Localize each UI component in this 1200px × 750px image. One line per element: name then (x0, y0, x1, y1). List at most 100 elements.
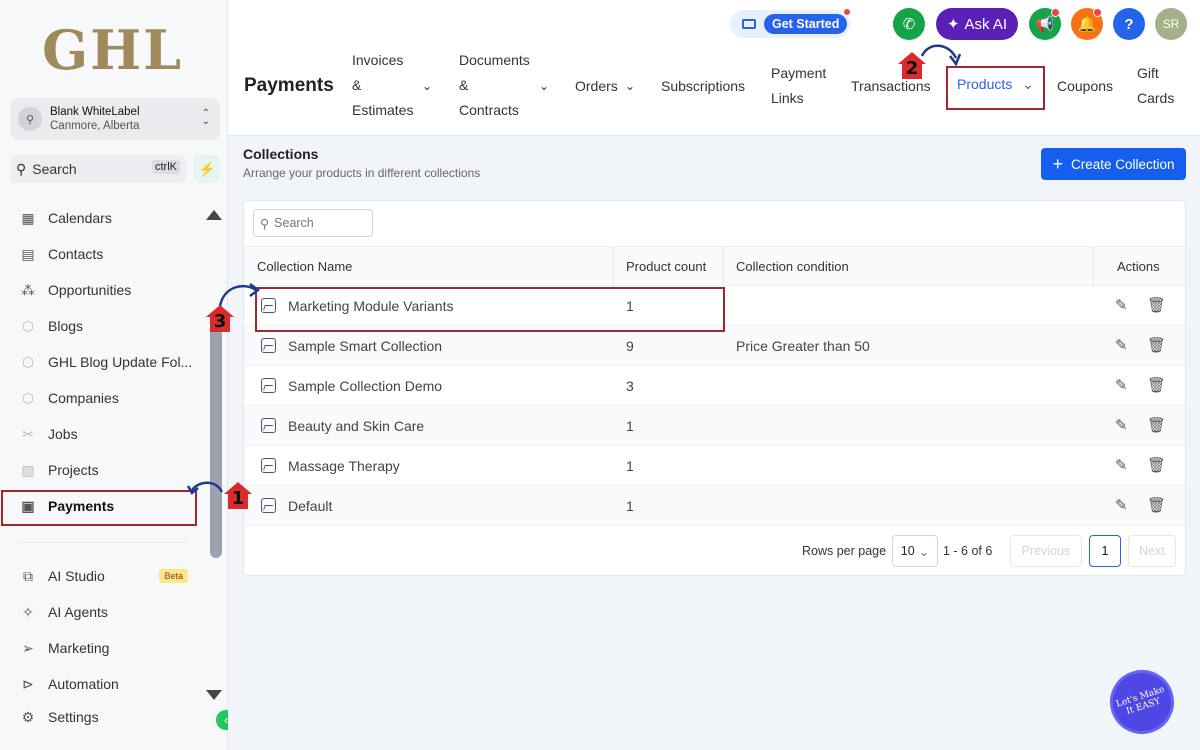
products-highlight-box (946, 66, 1045, 110)
curved-arrow-icon (186, 481, 224, 495)
trash-icon[interactable]: 🗑 (1147, 456, 1166, 474)
quick-action-bolt-icon[interactable]: ⚡ (194, 155, 220, 183)
chevron-updown-icon: ⌃ ⌄ (201, 108, 210, 127)
column-header[interactable]: Collection Name (257, 259, 352, 274)
column-header[interactable]: Product count (626, 259, 706, 274)
create-collection-button[interactable]: + Create Collection (1041, 148, 1186, 180)
account-name: Blank WhiteLabel (50, 106, 140, 118)
trash-icon[interactable]: 🗑 (1147, 496, 1166, 514)
account-location: Canmore, Alberta (50, 120, 140, 132)
tab-coupons[interactable]: Coupons (1057, 74, 1113, 99)
table-row[interactable]: Sample Smart Collection 9 Price Greater … (244, 326, 1185, 366)
trash-icon[interactable]: 🗑 (1147, 416, 1166, 434)
sidebar-item-label: Jobs (48, 426, 78, 442)
sidebar-item-automation[interactable]: ⊳ Automation (10, 669, 200, 699)
table-row[interactable]: Sample Collection Demo 3 ✎ 🗑 (244, 366, 1185, 406)
next-page-button[interactable]: Next (1128, 535, 1176, 567)
collection-condition: Price Greater than 50 (736, 338, 870, 354)
page-title: Payments (244, 75, 334, 96)
tab-gift-cards[interactable]: Gift Cards (1137, 61, 1174, 111)
step-number: 3 (213, 311, 227, 332)
collection-name[interactable]: Sample Smart Collection (288, 338, 442, 354)
table-row[interactable]: Beauty and Skin Care 1 ✎ 🗑 (244, 406, 1185, 446)
scroll-down-arrow-icon[interactable] (206, 690, 222, 700)
sidebar-item-label: Marketing (48, 640, 110, 656)
edit-icon[interactable]: ✎ (1115, 296, 1128, 314)
sidebar-item-settings[interactable]: ⚙ Settings (10, 702, 200, 732)
trash-icon[interactable]: 🗑 (1147, 376, 1166, 394)
table-row[interactable]: Default 1 ✎ 🗑 (244, 486, 1185, 526)
edit-icon[interactable]: ✎ (1115, 336, 1128, 354)
user-avatar[interactable]: SR (1155, 8, 1187, 40)
product-count: 1 (626, 458, 634, 474)
sidebar-scrollbar[interactable] (210, 328, 222, 558)
account-switcher[interactable]: ⚲ Blank WhiteLabel Canmore, Alberta ⌃ ⌄ (10, 98, 220, 140)
collection-name[interactable]: Beauty and Skin Care (288, 418, 424, 434)
phone-icon[interactable]: ✆ (893, 8, 925, 40)
get-started-button[interactable]: Get Started (730, 8, 851, 38)
column-header[interactable]: Collection condition (736, 259, 849, 274)
edit-icon[interactable]: ✎ (1115, 496, 1128, 514)
table-row[interactable]: Massage Therapy 1 ✎ 🗑 (244, 446, 1185, 486)
ai-studio-icon: ⧉ (23, 567, 33, 584)
tab-label: Contracts (459, 102, 519, 118)
sidebar-item-label: AI Agents (48, 604, 108, 620)
sidebar: GHL ⚲ Blank WhiteLabel Canmore, Alberta … (0, 0, 236, 750)
notification-dot (843, 8, 851, 16)
trash-icon[interactable]: 🗑 (1147, 296, 1166, 314)
ask-ai-button[interactable]: ✦ Ask AI (936, 8, 1018, 40)
tab-label: Transactions (851, 78, 931, 94)
sidebar-item-calendars[interactable]: ▦ Calendars (10, 203, 200, 233)
previous-page-button[interactable]: Previous (1010, 535, 1082, 567)
sidebar-search[interactable]: ⚲ Search ctrlK (10, 155, 186, 183)
sidebar-item-marketing[interactable]: ➢ Marketing (10, 633, 200, 663)
step-number: 1 (231, 488, 245, 509)
sidebar-item-label: Blogs (48, 318, 84, 334)
curved-arrow-icon (920, 44, 962, 67)
sidebar-item-companies[interactable]: ⬡ Companies (10, 383, 200, 413)
plus-icon: + (1052, 153, 1063, 174)
notification-dot (1051, 8, 1060, 17)
sidebar-item-label: Automation (48, 676, 119, 692)
chevron-down-icon: ⌄ (422, 79, 433, 93)
sidebar-item-ghl-blog-update[interactable]: ⬡ GHL Blog Update Fol... (10, 347, 200, 377)
collection-name[interactable]: Default (288, 498, 332, 514)
sidebar-item-jobs[interactable]: ✂ Jobs (10, 419, 200, 449)
sidebar-divider (18, 542, 188, 543)
sparkle-icon: ✦ (946, 16, 960, 33)
product-count: 1 (626, 498, 634, 514)
contacts-icon: ▤ (21, 245, 35, 262)
current-page-button[interactable]: 1 (1089, 535, 1121, 567)
tab-label: & (352, 77, 362, 93)
tab-invoices-estimates[interactable]: Invoices & Estimates ⌄ (352, 48, 432, 123)
sidebar-item-label: Companies (48, 390, 119, 406)
sidebar-item-ai-agents[interactable]: ✧ AI Agents (10, 597, 200, 627)
collection-name[interactable]: Massage Therapy (288, 458, 400, 474)
tab-payment-links[interactable]: Payment Links (771, 61, 826, 111)
table-header: Collection Name Product count Collection… (244, 246, 1185, 287)
trash-icon[interactable]: 🗑 (1147, 336, 1166, 354)
product-count: 9 (626, 338, 634, 354)
sidebar-item-projects[interactable]: ▨ Projects (10, 455, 200, 485)
collection-name[interactable]: Sample Collection Demo (288, 378, 442, 394)
brand-logo[interactable]: GHL (42, 18, 183, 82)
tab-orders[interactable]: Orders ⌄ (575, 74, 635, 99)
help-icon[interactable]: ? (1113, 8, 1145, 40)
edit-icon[interactable]: ✎ (1115, 456, 1128, 474)
sidebar-item-contacts[interactable]: ▤ Contacts (10, 239, 200, 269)
tab-documents-contracts[interactable]: Documents & Contracts ⌄ (459, 48, 549, 123)
tab-subscriptions[interactable]: Subscriptions (661, 74, 745, 99)
tab-label: Cards (1137, 90, 1175, 106)
search-shortcut: ctrlK (152, 160, 180, 174)
sidebar-item-ai-studio[interactable]: ⧉ AI Studio Beta (10, 561, 200, 591)
chevron-down-icon: ⌄ (625, 79, 636, 93)
edit-icon[interactable]: ✎ (1115, 376, 1128, 394)
rows-per-page-select[interactable]: 10 ⌄ (892, 535, 938, 567)
scroll-up-arrow-icon[interactable] (206, 210, 222, 220)
sidebar-item-blogs[interactable]: ⬡ Blogs (10, 311, 200, 341)
image-icon (261, 418, 276, 433)
table-search-input[interactable]: ⚲ Search (253, 209, 373, 237)
sidebar-item-opportunities[interactable]: ⁂ Opportunities (10, 275, 200, 305)
edit-icon[interactable]: ✎ (1115, 416, 1128, 434)
sidebar-item-label: Opportunities (48, 282, 132, 298)
